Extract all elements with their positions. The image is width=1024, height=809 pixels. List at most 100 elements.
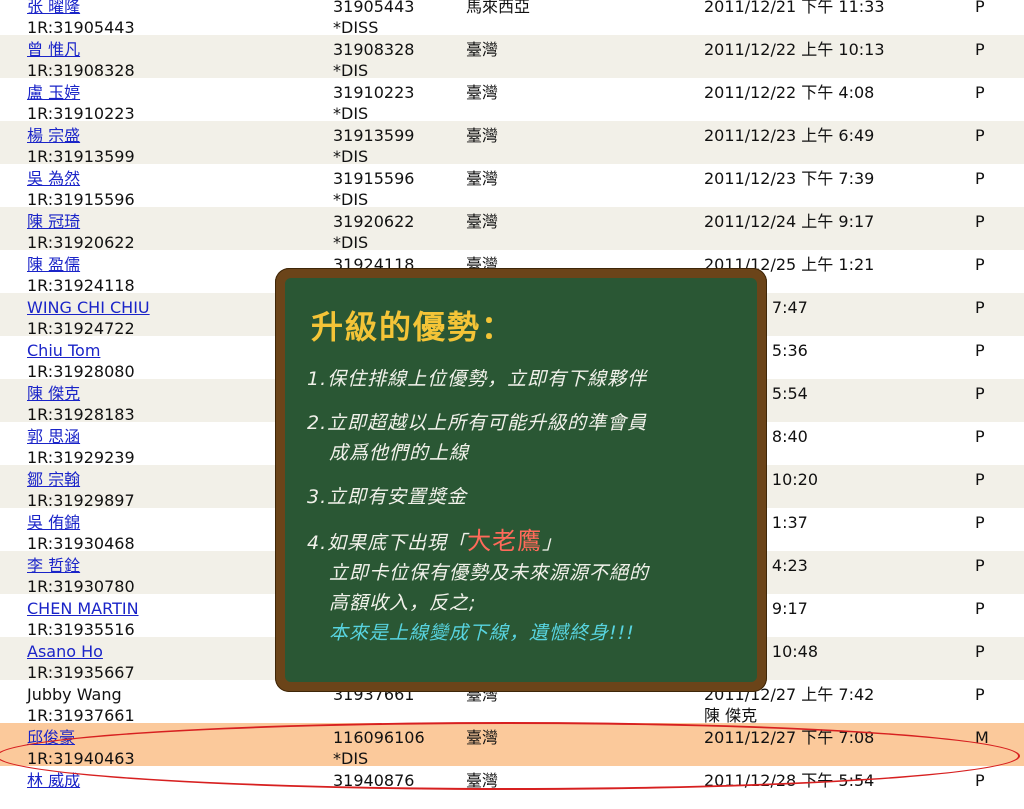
member-status: P (975, 341, 985, 360)
member-name-link[interactable]: 楊 宗盛 (27, 126, 80, 145)
member-name-cell[interactable]: WING CHI CHIU (27, 297, 150, 318)
member-name-link[interactable]: 鄒 宗翰 (27, 470, 80, 489)
join-date: 2011/12/22 下午 4:08 (704, 83, 875, 102)
member-status: P (975, 685, 985, 704)
member-country: 馬來西亞 (466, 0, 531, 16)
board-point-2-cont: 成爲他們的上線 (329, 442, 470, 464)
member-name-cell[interactable]: 陳 盈儒 (27, 254, 80, 275)
member-name-cell[interactable]: 陳 冠琦 (27, 211, 80, 232)
member-name-cell[interactable]: 邱俊豪 (27, 727, 75, 748)
member-name-link[interactable]: 陳 盈儒 (27, 255, 80, 274)
board-title: 升級的優勢： (311, 308, 516, 346)
member-country: 臺灣 (466, 83, 499, 102)
member-name-link[interactable]: 陳 冠琦 (27, 212, 80, 231)
board-point-1: 1.保住排線上位優勢，立即有下線夥伴 (307, 368, 648, 390)
board-point-4: 4.如果底下出現「大老鷹」 (307, 526, 735, 558)
member-country: 臺灣 (466, 40, 499, 59)
member-name-link[interactable]: 曾 惟凡 (27, 40, 80, 59)
member-name-link[interactable]: 吳 為然 (27, 169, 80, 188)
member-name-link[interactable]: 陳 傑克 (27, 384, 80, 403)
member-name-link[interactable]: 郭 思涵 (27, 427, 80, 446)
board-point-4-pre: 4.如果底下出現「 (307, 532, 468, 554)
member-status: P (975, 771, 985, 790)
board-point-2: 2.立即超越以上所有可能升級的準會員 (307, 412, 648, 434)
member-status: P (975, 513, 985, 532)
join-date: 2011/12/22 上午 10:13 (704, 40, 885, 59)
member-name-cell[interactable]: 郭 思涵 (27, 426, 80, 447)
member-name-link[interactable]: 李 哲銓 (27, 556, 80, 575)
table-row: 陳 冠琦 1R:31920622 31920622 *DIS 臺灣 2011/12/24 … (0, 207, 1024, 252)
board-point-3: 3.立即有安置獎金 (307, 486, 468, 508)
member-name: Jubby Wang (27, 685, 122, 704)
table-row: 张 曜隆 1R:31905443 31905443 *DISS 馬來西亞 2011/12/… (0, 0, 1024, 37)
join-date: 2011/12/28 下午 5:54 (704, 771, 875, 790)
member-name-link[interactable]: 盧 玉婷 (27, 83, 80, 102)
member-name-cell[interactable]: 盧 玉婷 (27, 82, 80, 103)
table-row: 楊 宗盛 1R:31913599 31913599 *DIS 臺灣 2011/12/23 … (0, 121, 1024, 166)
member-id: 31915596 (333, 169, 415, 188)
board-eagle-text: 大老鷹 (467, 527, 543, 555)
member-country: 臺灣 (466, 126, 499, 145)
join-date: 2011/12/23 上午 6:49 (704, 126, 875, 145)
member-name-cell[interactable]: 陳 傑克 (27, 383, 80, 404)
member-id: 31913599 (333, 126, 415, 145)
join-date: 2011/12/23 下午 7:39 (704, 169, 875, 188)
member-name-link[interactable]: 林 威成 (27, 771, 80, 790)
board-point-4-cont-1: 立即卡位保有優勢及未來源源不絕的 (329, 562, 650, 584)
table-row: 曾 惟凡 1R:31908328 31908328 *DIS 臺灣 2011/12/22 … (0, 35, 1024, 80)
member-country: 臺灣 (466, 212, 499, 231)
member-name-link[interactable]: 张 曜隆 (27, 0, 80, 16)
member-status: P (975, 384, 985, 403)
member-status: P (975, 556, 985, 575)
member-status: P (975, 83, 985, 102)
member-name-cell[interactable]: 鄒 宗翰 (27, 469, 80, 490)
member-name-cell[interactable]: 李 哲銓 (27, 555, 80, 576)
table-row: 林 威成 31940876 臺灣 2011/12/28 下午 5:54 P (0, 766, 1024, 809)
board-point-4-cont-3: 本來是上線變成下線，遺憾終身!!! (329, 622, 635, 644)
member-country: 臺灣 (466, 169, 499, 188)
member-id: 31940876 (333, 771, 415, 790)
member-id: 31910223 (333, 83, 415, 102)
member-country: 臺灣 (466, 771, 499, 790)
join-date: 2011/12/27 下午 7:08 (704, 728, 875, 747)
member-name-link[interactable]: 邱俊豪 (27, 728, 75, 747)
member-name-link[interactable]: 吳 侑錦 (27, 513, 80, 532)
table-row: 盧 玉婷 1R:31910223 31910223 *DIS 臺灣 2011/12/22 … (0, 78, 1024, 123)
chalkboard-overlay: 升級的優勢： 1.保住排線上位優勢，立即有下線夥伴 2.立即超越以上所有可能升級… (275, 268, 767, 692)
member-status: P (975, 169, 985, 188)
member-name-link[interactable]: CHEN MARTIN (27, 599, 139, 618)
member-name-link[interactable]: Chiu Tom (27, 341, 100, 360)
member-name-cell[interactable]: 张 曜隆 (27, 0, 80, 17)
member-name-link[interactable]: WING CHI CHIU (27, 298, 150, 317)
member-id: 31908328 (333, 40, 415, 59)
member-name-cell[interactable]: CHEN MARTIN (27, 598, 139, 619)
member-name-cell[interactable]: 曾 惟凡 (27, 39, 80, 60)
member-name-cell[interactable]: 吳 為然 (27, 168, 80, 189)
member-country: 臺灣 (466, 728, 499, 747)
join-date: 2011/12/24 上午 9:17 (704, 212, 875, 231)
member-name-cell[interactable]: Asano Ho (27, 641, 103, 662)
table-row: 吳 為然 1R:31915596 31915596 *DIS 臺灣 2011/12/23 … (0, 164, 1024, 209)
member-name-cell[interactable]: 楊 宗盛 (27, 125, 80, 146)
member-status: P (975, 126, 985, 145)
member-status: M (975, 728, 989, 747)
table-row: 邱俊豪 1R:31940463 116096106 *DIS 臺灣 2011/12/27 … (0, 723, 1024, 768)
member-status: P (975, 255, 985, 274)
member-id: 116096106 (333, 728, 425, 747)
member-name-link[interactable]: Asano Ho (27, 642, 103, 661)
member-status: P (975, 470, 985, 489)
member-status: P (975, 0, 985, 16)
member-status: P (975, 40, 985, 59)
member-name-cell: Jubby Wang (27, 684, 122, 705)
member-id: 31920622 (333, 212, 415, 231)
member-status: P (975, 427, 985, 446)
join-date: 2011/12/21 下午 11:33 (704, 0, 885, 16)
board-point-4-cont-2: 高額收入，反之; (329, 592, 477, 614)
board-point-4-post: 」 (542, 532, 563, 554)
member-status: P (975, 298, 985, 317)
member-status: P (975, 642, 985, 661)
member-name-cell[interactable]: Chiu Tom (27, 340, 100, 361)
chalkboard-surface: 升級的優勢： 1.保住排線上位優勢，立即有下線夥伴 2.立即超越以上所有可能升級… (285, 278, 757, 682)
member-name-cell[interactable]: 林 威成 (27, 770, 80, 791)
member-name-cell[interactable]: 吳 侑錦 (27, 512, 80, 533)
